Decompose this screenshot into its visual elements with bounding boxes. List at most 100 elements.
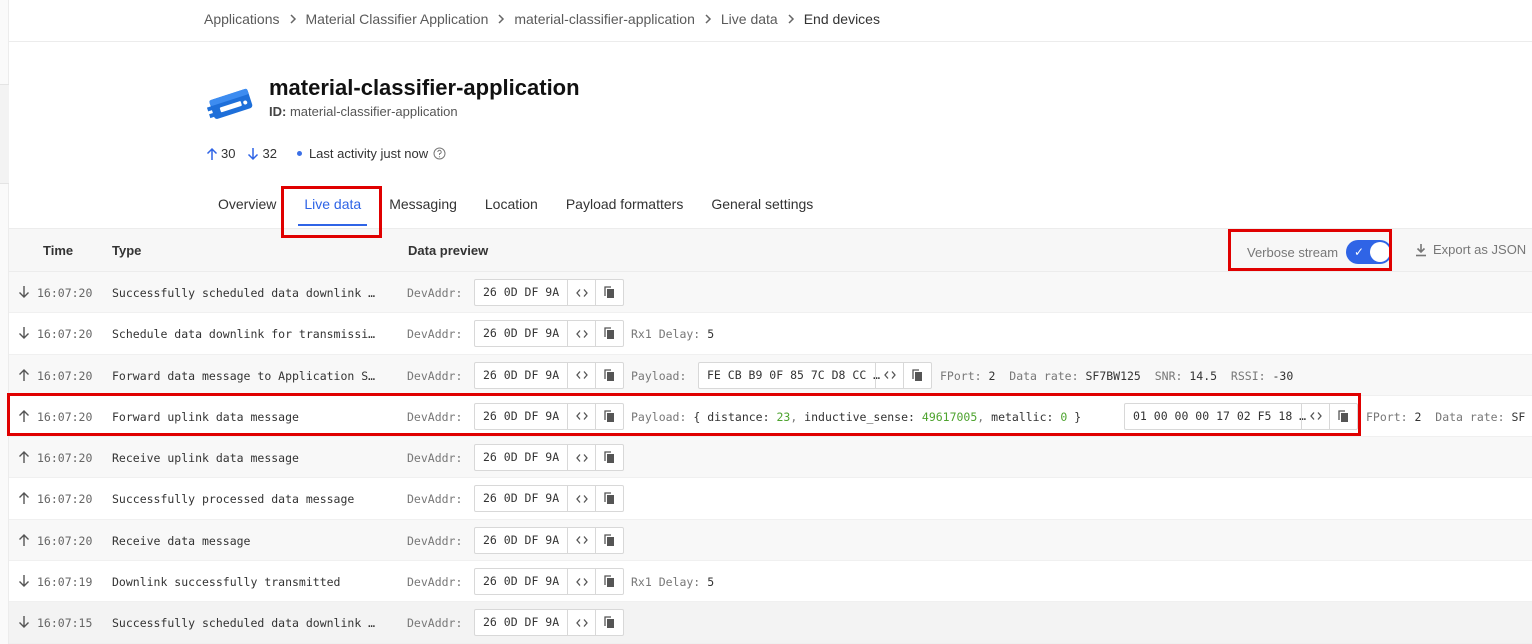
code-toggle-icon[interactable]	[567, 610, 595, 636]
payload-chip-value: 01 00 00 00 17 02 F5 18 …	[1133, 408, 1307, 423]
breadcrumb-live-data[interactable]: Live data	[721, 11, 778, 27]
application-id: ID: material-classifier-application	[269, 104, 580, 119]
event-time: 16:07:20	[37, 409, 93, 424]
devaddr-chip: 26 0D DF 9A	[474, 526, 624, 554]
metallic-key: metallic:	[991, 409, 1054, 424]
event-row[interactable]: 16:07:20 Successfully scheduled data dow…	[9, 272, 1532, 314]
copy-icon[interactable]	[595, 445, 623, 471]
devaddr-chip-value: 26 0D DF 9A	[483, 367, 560, 382]
tab-payload-formatters[interactable]: Payload formatters	[552, 186, 698, 226]
devaddr-label: DevAddr:	[407, 368, 463, 383]
header-divider	[9, 41, 1532, 42]
chevron-right-icon	[787, 14, 795, 24]
event-time: 16:07:15	[37, 616, 93, 631]
code-toggle-icon[interactable]	[1301, 403, 1329, 429]
arrow-up-icon	[18, 533, 30, 547]
code-toggle-icon[interactable]	[567, 569, 595, 595]
devaddr-label: DevAddr:	[407, 286, 463, 300]
devaddr-chip: 26 0D DF 9A	[474, 485, 624, 513]
code-toggle-icon[interactable]	[875, 362, 903, 388]
uplink-count: 30	[206, 146, 235, 161]
copy-icon[interactable]	[595, 403, 623, 429]
code-toggle-icon[interactable]	[567, 362, 595, 388]
code-toggle-icon[interactable]	[567, 403, 595, 429]
devaddr-chip-value: 26 0D DF 9A	[483, 574, 560, 589]
copy-icon[interactable]	[595, 280, 623, 305]
event-type: Receive uplink data message	[112, 451, 299, 466]
breadcrumb-applications[interactable]: Applications	[204, 11, 280, 27]
devaddr-label: DevAddr:	[407, 533, 463, 548]
event-row[interactable]: 16:07:15 Successfully scheduled data dow…	[9, 602, 1532, 644]
export-json-button[interactable]: Export as JSON	[1415, 242, 1526, 257]
event-row[interactable]: 16:07:20 Successfully processed data mes…	[9, 478, 1532, 520]
devaddr-chip: 26 0D DF 9A	[474, 568, 624, 596]
breadcrumb-application-id[interactable]: material-classifier-application	[514, 11, 695, 27]
tab-general-settings[interactable]: General settings	[697, 186, 827, 226]
verbose-stream-toggle[interactable]: ✓	[1346, 240, 1393, 264]
event-type: Downlink successfully transmitted	[112, 575, 341, 590]
event-type: Successfully scheduled data downlink …	[112, 616, 376, 631]
code-toggle-icon[interactable]	[567, 280, 595, 305]
arrow-down-icon	[248, 147, 259, 160]
code-toggle-icon[interactable]	[567, 486, 595, 512]
copy-icon[interactable]	[595, 321, 623, 347]
help-icon[interactable]	[433, 147, 446, 160]
code-toggle-icon[interactable]	[567, 445, 595, 471]
code-toggle-icon[interactable]	[567, 527, 595, 553]
arrow-down-icon	[18, 285, 30, 299]
event-time: 16:07:20	[37, 327, 93, 342]
event-row[interactable]: 16:07:20 Receive data message DevAddr: 2…	[9, 519, 1532, 562]
tab-location[interactable]: Location	[471, 186, 552, 226]
column-time: Time	[43, 243, 74, 258]
devaddr-chip: 26 0D DF 9A	[474, 444, 624, 472]
event-row[interactable]: 16:07:20 Schedule data downlink for tran…	[9, 313, 1532, 355]
devaddr-chip-value: 26 0D DF 9A	[483, 615, 560, 630]
status-dot	[296, 151, 302, 156]
devaddr-label: DevAddr:	[407, 616, 463, 631]
brace-close: }	[1074, 409, 1082, 424]
chevron-right-icon	[704, 14, 712, 24]
payload-label: Payload:	[631, 368, 687, 383]
devaddr-label: DevAddr:	[407, 327, 463, 342]
brace-open: {	[693, 409, 701, 424]
devaddr-chip: 26 0D DF 9A	[474, 361, 624, 389]
sidebar-edge-mark	[0, 84, 9, 184]
tab-messaging[interactable]: Messaging	[375, 186, 471, 226]
copy-icon[interactable]	[595, 362, 623, 388]
event-row[interactable]: 16:07:20 Receive uplink data message Dev…	[9, 437, 1532, 479]
copy-icon[interactable]	[1329, 403, 1357, 429]
datarate-label: Data rate:	[1435, 409, 1505, 424]
fport-label: FPort:	[940, 368, 982, 383]
copy-icon[interactable]	[595, 486, 623, 512]
downlink-count-value: 32	[262, 146, 277, 161]
devaddr-chip: 26 0D DF 9A	[474, 609, 624, 637]
copy-icon[interactable]	[595, 527, 623, 553]
event-type: Receive data message	[112, 533, 251, 548]
breadcrumb-material-classifier-application[interactable]: Material Classifier Application	[306, 11, 489, 27]
devaddr-chip: 26 0D DF 9A	[474, 402, 624, 430]
event-time: 16:07:20	[37, 286, 93, 300]
event-row[interactable]: 16:07:20 Forward uplink data message Dev…	[9, 395, 1532, 438]
toggle-knob	[1370, 242, 1391, 262]
event-row[interactable]: 16:07:19 Downlink successfully transmitt…	[9, 561, 1532, 603]
tab-live-data[interactable]: Live data	[290, 186, 375, 226]
rx1-delay: Rx1 Delay: 5	[631, 327, 714, 341]
radio-metadata: FPort: 2 Data rate: SF7BW125 SNR: 14.5 R…	[940, 369, 1293, 383]
metallic-value: 0	[1060, 409, 1068, 424]
code-toggle-icon[interactable]	[567, 321, 595, 347]
payload-chip: 01 00 00 00 17 02 F5 18 …	[1124, 402, 1358, 430]
fport-value: 2	[1414, 409, 1422, 424]
copy-icon[interactable]	[595, 610, 623, 636]
event-row[interactable]: 16:07:20 Forward data message to Applica…	[9, 354, 1532, 396]
rx1-delay-value: 5	[707, 575, 715, 590]
application-id-label: ID:	[269, 104, 287, 119]
verbose-stream-control: Verbose stream ✓	[1247, 240, 1393, 264]
copy-icon[interactable]	[903, 362, 931, 388]
devaddr-chip-value: 26 0D DF 9A	[483, 491, 560, 506]
copy-icon[interactable]	[595, 569, 623, 595]
rssi-label: RSSI:	[1230, 368, 1266, 383]
chevron-right-icon	[497, 14, 505, 24]
tab-overview[interactable]: Overview	[204, 186, 290, 226]
arrow-up-icon	[18, 491, 30, 505]
arrow-up-icon	[18, 409, 30, 423]
